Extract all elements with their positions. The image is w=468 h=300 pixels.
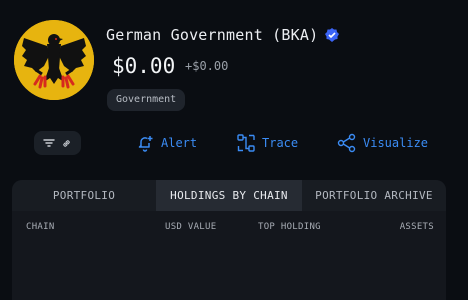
entity-title: German Government (BKA) [106, 26, 340, 44]
alert-button[interactable]: Alert [135, 132, 197, 154]
bell-plus-icon [138, 136, 153, 152]
verified-badge-icon [325, 28, 340, 42]
total-balance: $0.00 [112, 54, 176, 78]
link-icon [63, 139, 70, 147]
entity-avatar [14, 20, 94, 100]
holdings-panel: PORTFOLIO HOLDINGS BY CHAIN PORTFOLIO AR… [12, 180, 446, 300]
panel-tabs: PORTFOLIO HOLDINGS BY CHAIN PORTFOLIO AR… [12, 180, 446, 211]
graph-icon [337, 133, 356, 153]
column-chain[interactable]: CHAIN [26, 222, 55, 232]
trace-button[interactable]: Trace [236, 132, 298, 154]
balance-change: +$0.00 [185, 59, 229, 73]
eagle-emblem [14, 20, 94, 100]
entity-tag[interactable]: Government [107, 89, 186, 111]
table-header: CHAIN USD VALUE TOP HOLDING ASSETS [12, 211, 446, 241]
filter-link-button[interactable] [34, 131, 81, 155]
tab-portfolio[interactable]: PORTFOLIO [12, 180, 156, 211]
visualize-label: Visualize [363, 136, 429, 150]
alert-label: Alert [161, 136, 198, 150]
visualize-button[interactable]: Visualize [337, 132, 428, 154]
column-usd-value[interactable]: USD VALUE [165, 222, 216, 232]
tab-holdings-by-chain[interactable]: HOLDINGS BY CHAIN [156, 180, 302, 211]
column-assets[interactable]: ASSETS [400, 222, 434, 232]
tab-portfolio-archive[interactable]: PORTFOLIO ARCHIVE [302, 180, 446, 211]
trace-icon [237, 134, 255, 152]
column-top-holding[interactable]: TOP HOLDING [258, 222, 321, 232]
entity-name: German Government (BKA) [106, 26, 319, 44]
filter-icon [43, 139, 55, 147]
trace-label: Trace [262, 136, 299, 150]
